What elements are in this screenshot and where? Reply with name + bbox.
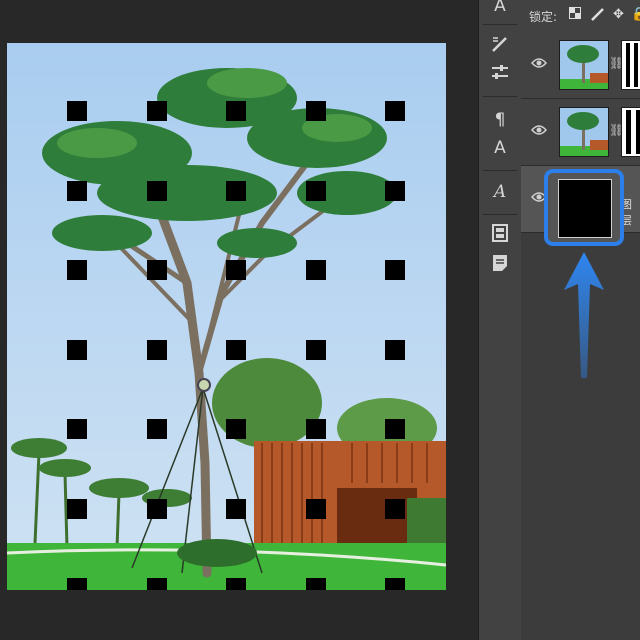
divider: [483, 96, 517, 97]
layer-thumbnail[interactable]: [559, 40, 609, 90]
divider: [483, 170, 517, 171]
grid-dot: [305, 180, 326, 201]
grid-dot: [226, 101, 246, 121]
grid-dot: [146, 339, 167, 360]
grid-dot: [67, 260, 87, 280]
document-canvas[interactable]: [7, 43, 446, 590]
grid-dot: [385, 260, 405, 280]
adjustments-icon[interactable]: [487, 62, 513, 86]
grid-dot: [305, 419, 326, 439]
selected-layer-highlight[interactable]: [544, 169, 624, 246]
grid-dot: [226, 260, 246, 280]
grid-dot: [385, 180, 405, 201]
grid-dot: [226, 578, 246, 590]
character-icon[interactable]: A: [487, 0, 513, 18]
grid-dot: [67, 339, 87, 360]
lock-bar: 锁定: ✥ 🔒: [521, 0, 640, 33]
document-workspace: [0, 0, 478, 640]
grid-dot: [385, 101, 405, 121]
visibility-eye-icon[interactable]: [531, 124, 547, 140]
grid-dot: [305, 578, 326, 590]
grid-dot: [67, 101, 87, 121]
grid-dot: [67, 180, 87, 201]
grid-dot: [146, 578, 167, 590]
grid-dot: [305, 339, 326, 360]
grid-dot: [226, 339, 246, 360]
divider: [483, 214, 517, 215]
glyphs-icon[interactable]: A: [487, 180, 513, 204]
grid-dot: [146, 260, 167, 280]
lock-move-icon[interactable]: ✥: [613, 7, 624, 23]
layer-row[interactable]: ⛓: [521, 99, 640, 166]
grid-dot: [385, 498, 405, 519]
panel-icon-strip: A ¶ A A: [478, 0, 522, 640]
divider: [483, 24, 517, 25]
grid-dot: [226, 180, 246, 201]
lock-all-icon[interactable]: 🔒: [631, 7, 640, 23]
notes-icon[interactable]: [487, 254, 513, 278]
brush-settings-icon[interactable]: [487, 34, 513, 58]
character-style-icon[interactable]: A: [487, 136, 513, 160]
grid-dot: [305, 498, 326, 519]
grid-dot: [305, 260, 326, 280]
grid-dot: [305, 101, 326, 121]
properties-icon[interactable]: [487, 224, 513, 248]
dot-grid-overlay: [7, 43, 446, 590]
grid-dot: [67, 419, 87, 439]
layer-mask-thumbnail[interactable]: [621, 107, 640, 157]
visibility-eye-icon[interactable]: [531, 57, 547, 73]
grid-dot: [146, 101, 167, 121]
layer-thumbnail[interactable]: [559, 107, 609, 157]
grid-dot: [385, 419, 405, 439]
grid-dot: [226, 419, 246, 439]
grid-dot: [67, 498, 87, 519]
lock-paint-icon[interactable]: [591, 7, 605, 26]
grid-dot: [146, 498, 167, 519]
grid-dot: [385, 339, 405, 360]
layer-thumbnail[interactable]: [558, 179, 612, 238]
lock-label: 锁定:: [529, 10, 558, 24]
layer-mask-thumbnail[interactable]: [621, 40, 640, 90]
grid-dot: [146, 180, 167, 201]
grid-dot: [67, 578, 87, 590]
grid-dot: [146, 419, 167, 439]
lock-transparent-icon[interactable]: [569, 7, 581, 24]
pointer-arrow-icon: [564, 252, 604, 378]
layer-row[interactable]: ⛓: [521, 32, 640, 99]
grid-dot: [226, 498, 246, 519]
grid-dot: [385, 578, 405, 590]
paragraph-style-icon[interactable]: ¶: [487, 108, 513, 132]
